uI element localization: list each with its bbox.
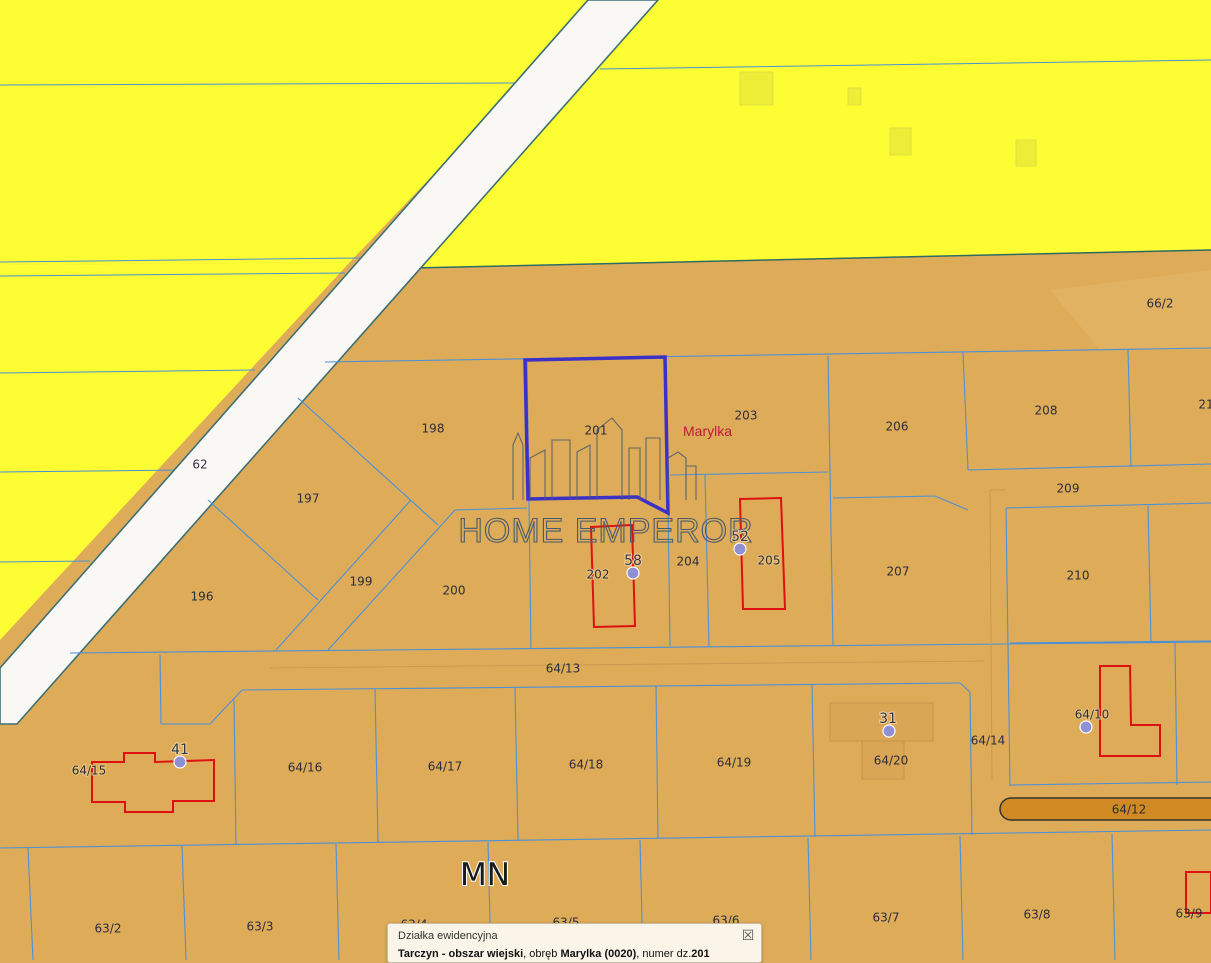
parcel-label-208: 208 (1035, 404, 1058, 418)
building-number-58: 58 (624, 553, 642, 569)
parcel-label-64-19: 64/19 (717, 756, 752, 770)
parcel-label-63-2: 63/2 (95, 922, 122, 936)
parcel-label-64-10: 64/10 (1075, 708, 1110, 722)
parcel-label-205: 205 (758, 554, 781, 568)
building-number-52: 52 (731, 529, 749, 545)
parcel-label-64-12: 64/12 (1112, 803, 1147, 817)
popup-text-numer: , numer dz. (636, 948, 692, 960)
place-name-label: Marylka (683, 423, 732, 439)
parcel-label-63-8: 63/8 (1024, 908, 1051, 922)
watermark-text: HOME EMPEROR (458, 512, 753, 550)
parcel-label-201: 201 (585, 424, 608, 438)
path-64-12[interactable] (999, 797, 1211, 821)
parcel-label-63-3: 63/3 (247, 920, 274, 934)
popup-text-obreb: , obręb (523, 948, 561, 960)
parcel-label-206: 206 (886, 420, 909, 434)
parcel-label-209: 209 (1057, 482, 1080, 496)
parcel-label-63-9: 63/9 (1176, 907, 1203, 921)
parcel-label-202: 202 (587, 568, 610, 582)
parcel-label-66-2: 66/2 (1147, 297, 1174, 311)
parcel-label-199: 199 (350, 575, 373, 589)
popup-area-name: Tarczyn - obszar wiejski (398, 948, 524, 960)
parcel-label-200: 200 (443, 584, 466, 598)
parcel-label-197: 197 (297, 492, 320, 506)
zone-label-mn: MN (460, 857, 510, 893)
parcel-label-64-13: 64/13 (546, 662, 581, 676)
parcel-label-204: 204 (677, 555, 700, 569)
popup-title: Działka ewidencyjna (398, 930, 498, 942)
parcel-label-198: 198 (422, 422, 445, 436)
parcel-label-64-14: 64/14 (971, 734, 1006, 748)
parcel-label-203: 203 (735, 409, 758, 423)
parcel-info-popup: Działka ewidencyjna Tarczyn - obszar wie… (387, 923, 762, 963)
building-number-31: 31 (879, 711, 897, 727)
parcel-label-64-16: 64/16 (288, 761, 323, 775)
cadastral-map[interactable]: HOME EMPEROR 62 66/2 196 197 198 199 200… (0, 0, 1211, 960)
parcel-label-21x: 21 (1198, 398, 1211, 412)
parcel-label-64-18: 64/18 (569, 758, 604, 772)
parcel-label-196: 196 (191, 590, 214, 604)
close-x-icon[interactable]: ☒ (741, 929, 755, 943)
parcel-label-64-15: 64/15 (72, 764, 107, 778)
popup-parcel-number: 201 (691, 948, 710, 960)
parcel-label-207: 207 (887, 565, 910, 579)
parcel-label-64-20: 64/20 (874, 754, 909, 768)
building-number-41: 41 (171, 742, 189, 758)
parcel-label-210: 210 (1067, 569, 1090, 583)
parcel-label-63-7: 63/7 (873, 911, 900, 925)
popup-obreb: Marylka (0020) (560, 948, 637, 960)
parcel-label-62: 62 (192, 458, 207, 472)
parcel-label-64-17: 64/17 (428, 760, 463, 774)
popup-body: Tarczyn - obszar wiejski, obręb Marylka … (398, 948, 751, 960)
